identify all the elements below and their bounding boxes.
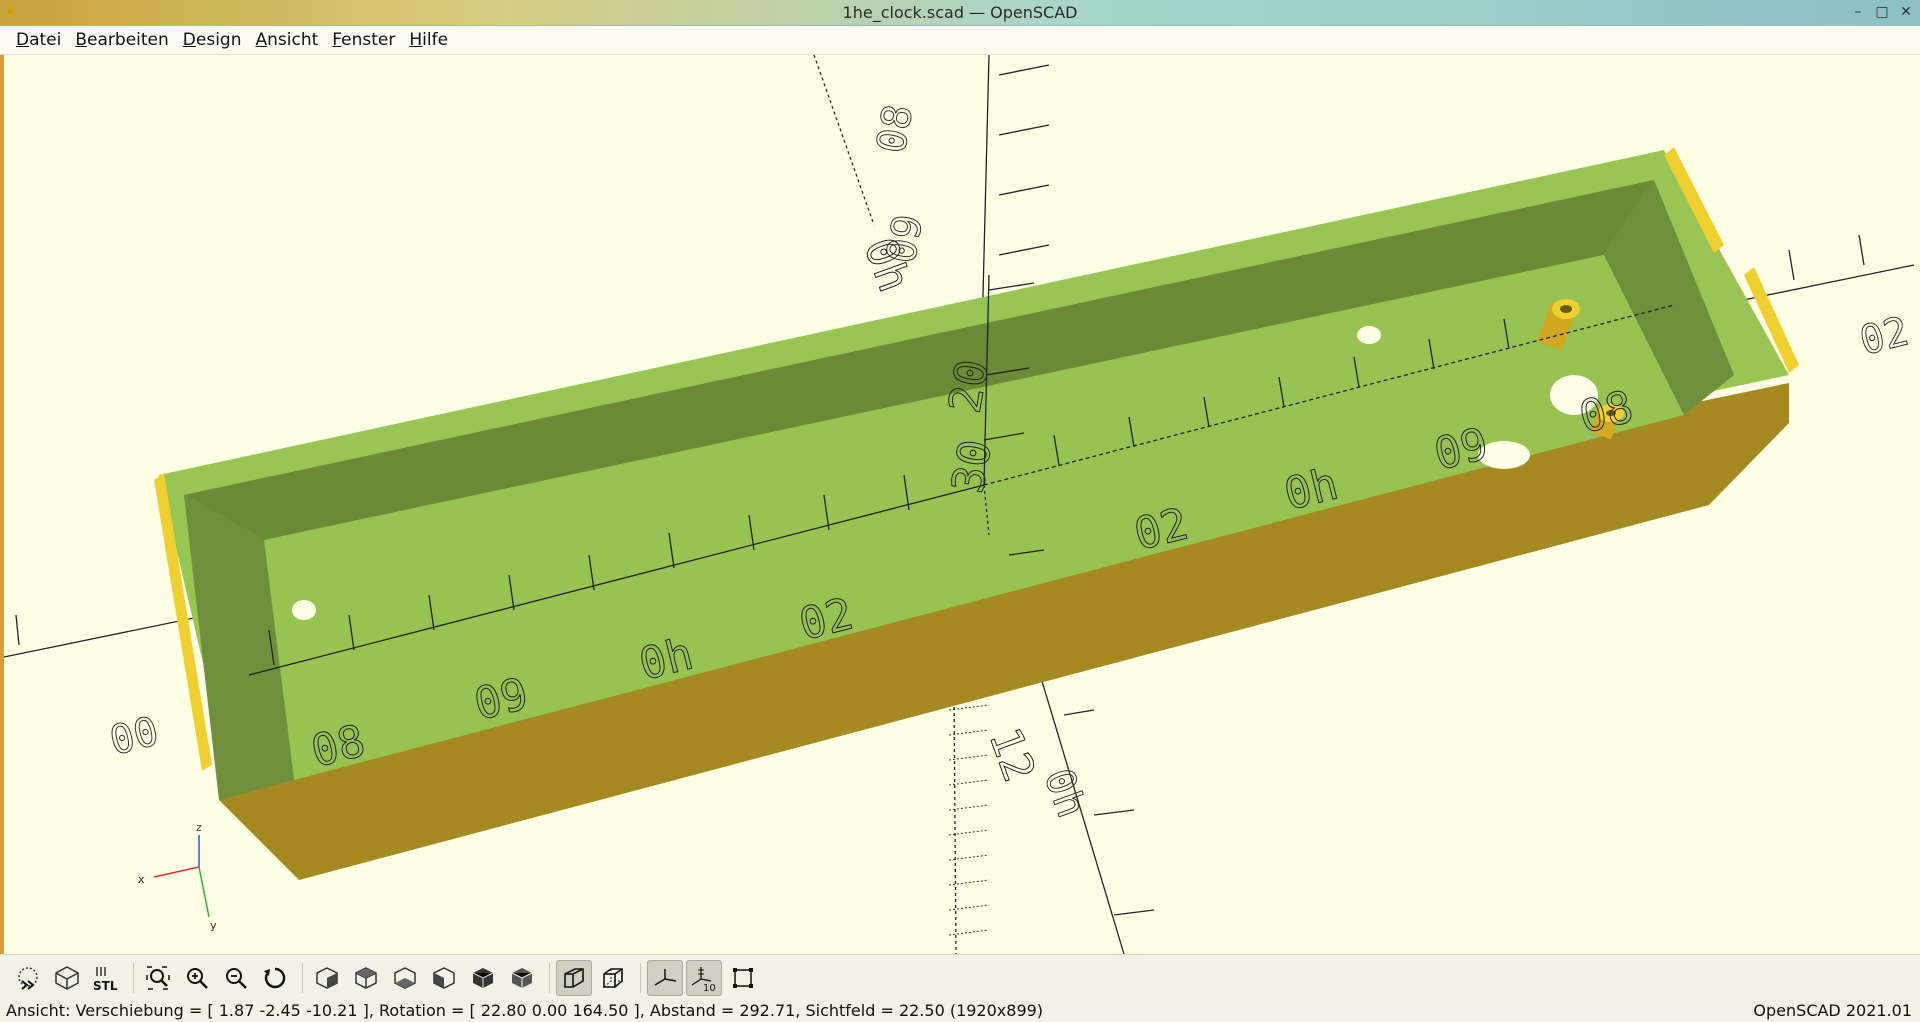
zoom-in-icon — [187, 967, 208, 989]
zoom-in-button[interactable] — [179, 960, 215, 996]
3d-viewport[interactable]: 00 02 0h 08 09 08 09 0h 02 02 0h 09 08 1… — [0, 55, 1920, 954]
view-bottom-button[interactable] — [387, 960, 423, 996]
export-stl-button[interactable]: STL — [88, 960, 124, 996]
menu-hilfe[interactable]: Hilfe — [402, 26, 455, 55]
view-status-text: Ansicht: Verschiebung = [ 1.87 -2.45 -10… — [6, 1001, 1044, 1020]
show-scale-markers-button[interactable]: 10 — [686, 959, 722, 996]
axis-label: 00 — [105, 708, 163, 764]
minimize-icon[interactable]: – — [1850, 3, 1866, 21]
maximize-icon[interactable]: □ — [1874, 3, 1890, 21]
zoom-out-button[interactable] — [218, 960, 254, 996]
orthogonal-button[interactable] — [595, 960, 631, 996]
view-top-icon — [355, 966, 377, 989]
model-render: 00 02 0h 08 09 08 09 0h 02 02 0h 09 08 1… — [4, 55, 1915, 954]
view-all-button[interactable] — [140, 960, 176, 996]
mount-hole — [292, 600, 316, 620]
svg-text:STL: STL — [93, 979, 118, 992]
mount-hole — [1357, 326, 1381, 344]
toolbar-separator — [640, 962, 641, 993]
orthogonal-icon — [603, 967, 623, 988]
menu-bearbeiten[interactable]: Bearbeiten — [68, 26, 175, 55]
view-front-button[interactable] — [465, 960, 501, 996]
axis-label: 20 — [940, 356, 999, 417]
axis-label: 08 — [869, 101, 923, 156]
preview-icon — [18, 966, 38, 990]
axes-gizmo: x y z — [138, 821, 217, 932]
view-left-button[interactable] — [426, 960, 462, 996]
render-button[interactable] — [49, 960, 85, 996]
axis-label: 02 — [1855, 308, 1913, 364]
perspective-icon — [564, 967, 584, 988]
menu-fenster[interactable]: Fenster — [325, 26, 402, 55]
view-right-button[interactable] — [309, 960, 345, 996]
perspective-button[interactable] — [556, 959, 592, 996]
close-icon[interactable]: ✕ — [1898, 3, 1914, 21]
view-left-icon — [433, 966, 455, 989]
zoom-out-icon — [226, 967, 247, 989]
gizmo-x-label: x — [138, 873, 145, 886]
toolbar-separator — [133, 962, 134, 993]
statusbar: Ansicht: Verschiebung = [ 1.87 -2.45 -10… — [0, 1000, 1920, 1022]
scale-markers-icon: 10 — [691, 966, 716, 992]
svg-text:10: 10 — [703, 983, 716, 992]
view-back-button[interactable] — [504, 960, 540, 996]
gizmo-z-label: z — [196, 821, 202, 834]
view-all-icon — [146, 965, 170, 990]
axis-label: 0h — [1035, 763, 1095, 824]
view-bottom-icon — [394, 966, 416, 989]
view-front-icon — [472, 967, 494, 988]
show-axes-button[interactable] — [647, 959, 683, 996]
view-right-icon — [316, 966, 338, 989]
gizmo-y-label: y — [210, 919, 217, 932]
render-icon — [55, 965, 79, 990]
version-label: OpenSCAD 2021.01 — [1753, 1001, 1912, 1020]
menu-ansicht[interactable]: Ansicht — [248, 26, 325, 55]
preview-button[interactable] — [10, 960, 46, 996]
toolbar-separator — [302, 962, 303, 993]
view-back-icon — [511, 967, 533, 988]
window-titlebar: ✦ 1he_clock.scad — OpenSCAD – □ ✕ — [0, 0, 1920, 26]
menu-datei[interactable]: Datei — [9, 26, 68, 55]
axes-icon — [654, 968, 677, 986]
reset-view-icon — [264, 967, 286, 988]
edges-icon — [733, 967, 753, 988]
view-top-button[interactable] — [348, 960, 384, 996]
view-toolbar: STL 10 — [0, 954, 1920, 1000]
reset-view-button[interactable] — [257, 960, 293, 996]
menu-design[interactable]: Design — [176, 26, 249, 55]
menubar: Datei Bearbeiten Design Ansicht Fenster … — [0, 26, 1920, 55]
window-title: 1he_clock.scad — OpenSCAD — [842, 3, 1078, 22]
show-edges-button[interactable] — [725, 960, 761, 996]
stl-icon: STL — [93, 966, 118, 992]
toolbar-separator — [549, 962, 550, 993]
axis-label: 30 — [943, 436, 1002, 497]
